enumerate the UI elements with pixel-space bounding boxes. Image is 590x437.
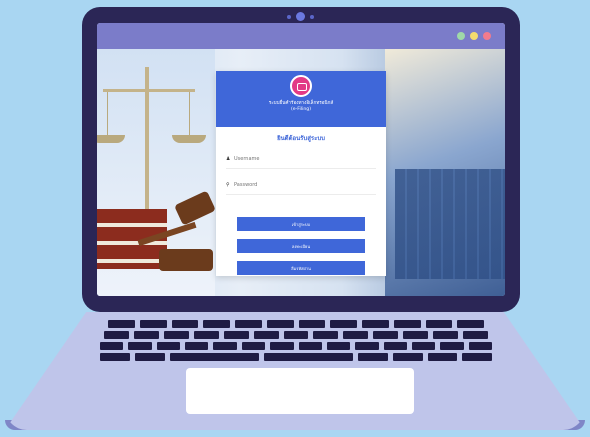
camera-indicator-left xyxy=(287,15,291,19)
username-field: ♟ xyxy=(226,149,376,169)
window-dot-green[interactable] xyxy=(457,32,465,40)
username-input[interactable] xyxy=(234,155,364,162)
camera-indicator-right xyxy=(310,15,314,19)
window-dot-yellow[interactable] xyxy=(470,32,478,40)
password-field: ⚲ xyxy=(226,175,376,195)
typing-hands-image xyxy=(385,49,505,296)
login-button[interactable]: เข้าสู่ระบบ xyxy=(237,217,365,231)
login-card-header: ระบบยื่นคำร้องทางอิเล็กทรอนิกส์ (e-Filin… xyxy=(216,71,386,127)
password-input[interactable] xyxy=(234,181,364,188)
keyboard xyxy=(100,320,493,364)
forgot-password-button[interactable]: ลืมรหัสผ่าน xyxy=(237,261,365,275)
spacebar xyxy=(169,353,259,361)
background-photo: ระบบยื่นคำร้องทางอิเล็กทรอนิกส์ (e-Filin… xyxy=(97,49,505,296)
register-button[interactable]: ลงทะเบียน xyxy=(237,239,365,253)
scales-of-justice-image xyxy=(97,49,216,296)
court-logo-icon xyxy=(290,75,312,97)
browser-title-bar xyxy=(97,23,505,49)
login-card: ระบบยื่นคำร้องทางอิเล็กทรอนิกส์ (e-Filin… xyxy=(216,71,386,276)
laptop-lid: ระบบยื่นคำร้องทางอิเล็กทรอนิกส์ (e-Filin… xyxy=(82,7,520,312)
laptop-screen: ระบบยื่นคำร้องทางอิเล็กทรอนิกส์ (e-Filin… xyxy=(97,23,505,296)
window-dot-red[interactable] xyxy=(483,32,491,40)
key-icon: ⚲ xyxy=(226,181,230,188)
system-subtitle: (e-Filing) xyxy=(290,107,312,112)
welcome-heading: ยินดีต้อนรับสู่ระบบ xyxy=(277,135,325,142)
touchpad xyxy=(186,368,414,414)
user-icon: ♟ xyxy=(226,155,231,162)
webcam-icon xyxy=(296,12,305,21)
